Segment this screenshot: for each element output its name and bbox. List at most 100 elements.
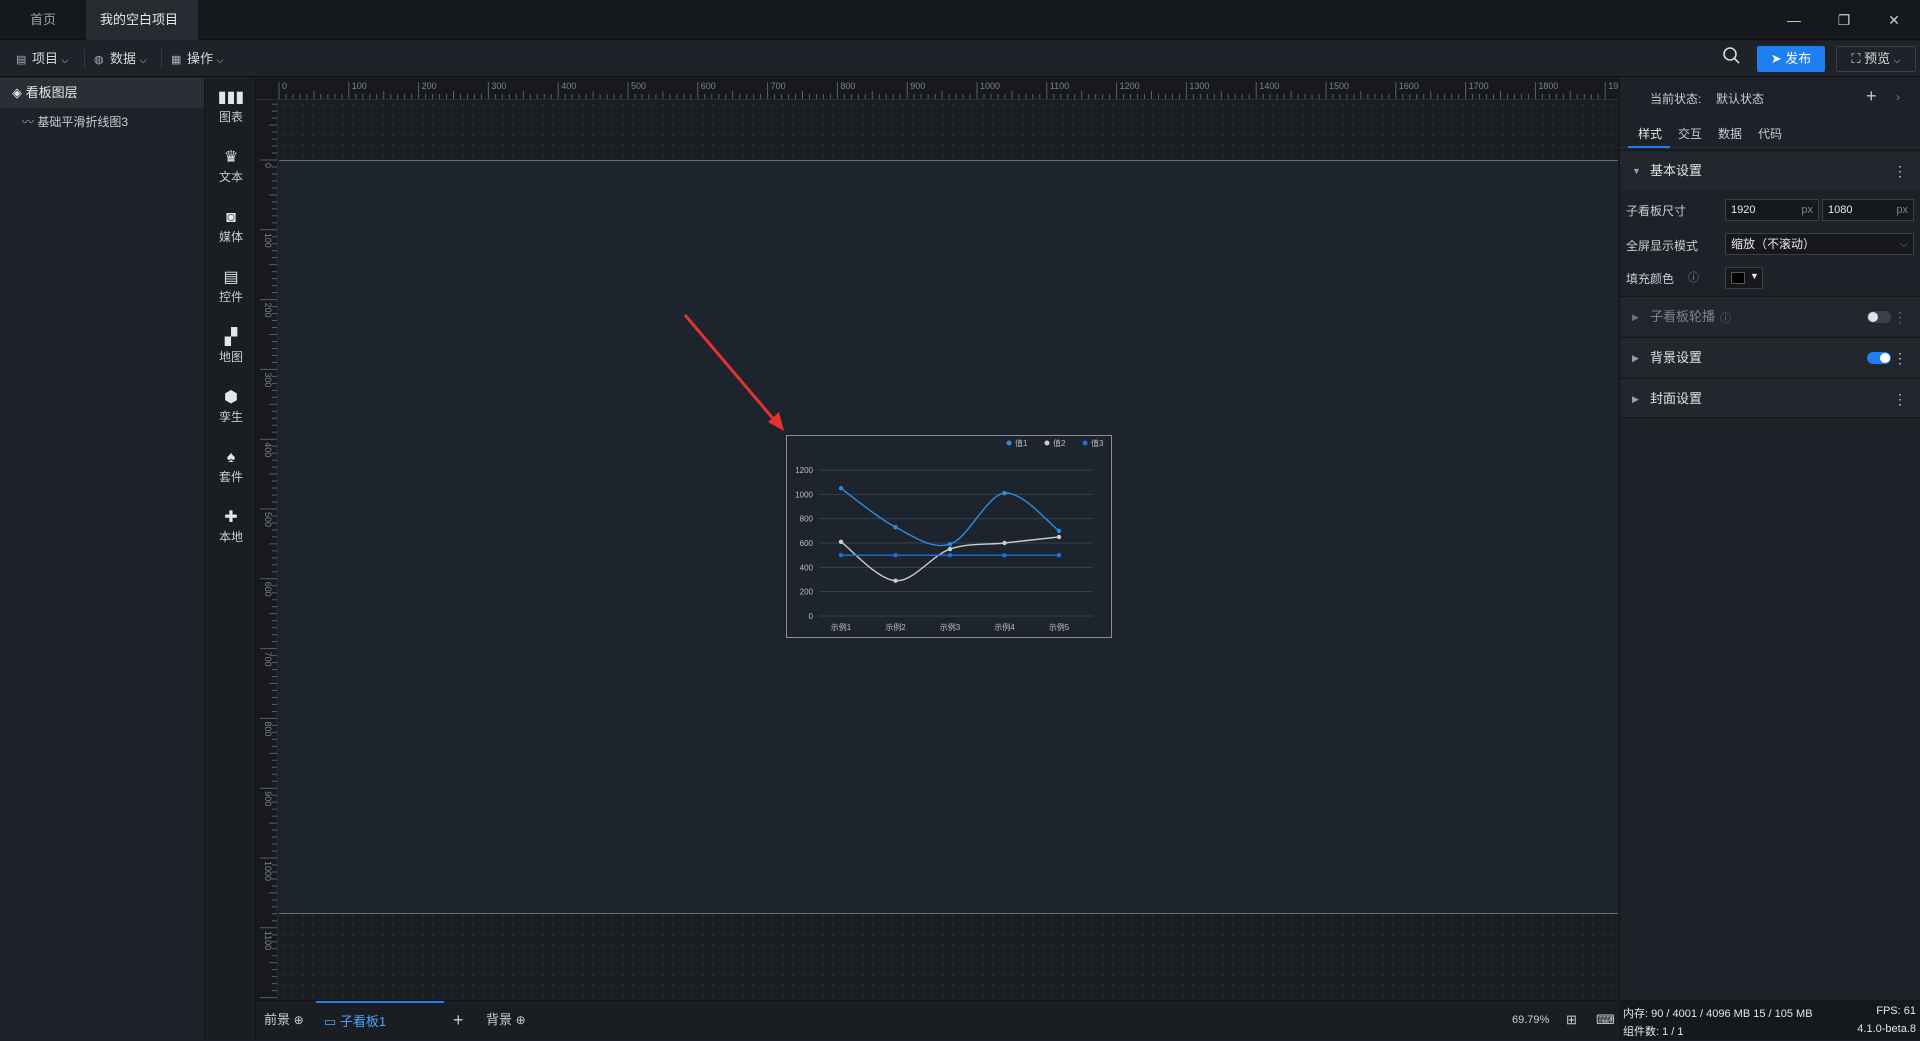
tab-interaction[interactable]: 交互 xyxy=(1678,125,1702,142)
ruler-label: 700 xyxy=(771,81,786,91)
help-icon[interactable]: ⓘ xyxy=(1688,269,1699,285)
ruler-label: 800 xyxy=(840,81,855,91)
tab-style[interactable]: 样式 xyxy=(1638,125,1662,142)
caret-right-icon: ▶ xyxy=(1632,312,1639,322)
menu-project[interactable]: ▤ 项目 ⌵ xyxy=(10,47,74,71)
component-chart[interactable]: ▮▮▮ 图表 xyxy=(206,88,256,125)
preview-label: 预览 xyxy=(1864,51,1891,66)
divider xyxy=(84,49,85,69)
chevron-down-icon: ⌵ xyxy=(1899,238,1908,250)
chevron-right-icon[interactable]: › xyxy=(1896,90,1900,104)
ruler-label: 0 xyxy=(282,81,287,91)
memory-status: 内存: 90 / 4001 / 4096 MB 15 / 105 MB xyxy=(1623,1008,1813,1020)
data-point xyxy=(1002,540,1007,546)
database-icon: ◍ xyxy=(94,54,104,66)
x-tick-label: 示例2 xyxy=(885,622,906,632)
cube-icon: ⬢ xyxy=(224,389,238,406)
component-label: 媒体 xyxy=(218,230,243,244)
tab-home-label: 首页 xyxy=(30,12,57,27)
more-icon[interactable]: ⋮ xyxy=(1893,379,1907,419)
tab-project[interactable]: 我的空白项目 xyxy=(86,0,198,65)
fill-color-picker[interactable]: ▼ xyxy=(1725,267,1763,289)
line-chart-widget[interactable]: 0 200 400 600 800 1000 1200 示例1 示例2 示例3 示例4 示例5 值1 值2… xyxy=(786,435,1112,638)
carousel-section[interactable]: ▶ 子看板轮播 ⓘ ⋮ xyxy=(1620,296,1920,336)
plus-icon: + xyxy=(453,1010,464,1030)
basic-settings-title: 基本设置 xyxy=(1650,163,1703,178)
tab-background[interactable]: 背景 ⊕ xyxy=(486,1001,526,1039)
control-icon: ▤ xyxy=(223,269,239,286)
close-button[interactable]: ✕ xyxy=(1880,8,1908,32)
caret-right-icon: ▶ xyxy=(1632,353,1639,363)
minimize-button[interactable]: — xyxy=(1780,8,1808,32)
ruler-label: 1600 xyxy=(1399,81,1419,91)
y-tick-label: 800 xyxy=(800,515,814,524)
add-board-button[interactable]: + xyxy=(453,1001,464,1039)
restore-button[interactable]: ❐ xyxy=(1830,8,1858,32)
width-value: 1920 xyxy=(1731,204,1756,216)
tab-foreground[interactable]: 前景 ⊕ xyxy=(264,1001,304,1039)
more-icon[interactable]: ⋮ xyxy=(1893,338,1907,378)
publish-button[interactable]: ➤ 发布 xyxy=(1757,46,1825,72)
component-media[interactable]: ◙ 媒体 xyxy=(206,208,256,245)
preview-button[interactable]: ⛶ 预览 ⌵ xyxy=(1836,46,1916,72)
y-tick-label: 400 xyxy=(800,563,814,572)
search-button[interactable] xyxy=(1716,46,1746,70)
fullscreen-icon: ⛶ xyxy=(1851,51,1865,66)
data-point xyxy=(1056,534,1062,540)
help-icon[interactable]: ⓘ xyxy=(1720,310,1731,326)
fullscreen-select[interactable]: 缩放（不滚动） ⌵ xyxy=(1725,233,1914,255)
y-tick-label: 1200 xyxy=(795,466,813,475)
ruler-label: 200 xyxy=(422,81,437,91)
data-point xyxy=(1002,490,1007,496)
width-input[interactable]: 1920 px xyxy=(1725,199,1819,221)
component-kit[interactable]: ♠ 套件 xyxy=(206,448,256,485)
tab-subboard[interactable]: ▭ 子看板1 xyxy=(316,1001,444,1039)
height-input[interactable]: 1080 px xyxy=(1822,199,1914,221)
cover-section[interactable]: ▶ 封面设置 ⋮ xyxy=(1620,378,1920,418)
ruler-label: 1500 xyxy=(1329,81,1349,91)
size-label: 子看板尺寸 xyxy=(1626,204,1687,218)
panel-tabs: 样式 交互 数据 代码 xyxy=(1620,118,1920,148)
more-icon[interactable]: ⋮ xyxy=(1893,151,1907,191)
carousel-toggle[interactable] xyxy=(1867,311,1891,323)
component-local[interactable]: ✚ 本地 xyxy=(206,508,256,545)
component-label: 文本 xyxy=(218,170,243,184)
add-state-icon[interactable]: + xyxy=(1866,86,1877,107)
menu-data[interactable]: ◍ 数据 ⌵ xyxy=(88,47,152,71)
state-value[interactable]: 默认状态 xyxy=(1716,90,1764,107)
layers-header: ◈ 看板图层 xyxy=(0,78,204,108)
active-tab-indicator xyxy=(1628,146,1670,148)
menu-operation[interactable]: ▦ 操作 ⌵ xyxy=(165,47,229,71)
component-twin[interactable]: ⬢ 孪生 xyxy=(206,388,256,425)
tab-code[interactable]: 代码 xyxy=(1758,125,1782,142)
more-icon[interactable]: ⋮ xyxy=(1893,297,1907,337)
component-map[interactable]: ▞ 地图 xyxy=(206,328,256,365)
puzzle-icon: ✚ xyxy=(224,509,238,526)
basic-settings-header[interactable]: ▼ 基本设置 ⋮ xyxy=(1620,150,1920,190)
background-section[interactable]: ▶ 背景设置 ⋮ xyxy=(1620,337,1920,377)
text-icon: ♛ xyxy=(223,149,239,166)
ruler-label: 900 xyxy=(910,81,925,91)
ruler-label: 200 xyxy=(263,303,273,318)
component-text[interactable]: ♛ 文本 xyxy=(206,148,256,185)
tab-data[interactable]: 数据 xyxy=(1718,125,1742,142)
background-toggle[interactable] xyxy=(1867,352,1891,364)
keyboard-button[interactable]: ⌨ xyxy=(1596,1001,1615,1039)
data-point xyxy=(947,546,953,552)
component-label: 套件 xyxy=(218,470,243,484)
fit-view-button[interactable]: ⊞ xyxy=(1566,1001,1577,1039)
zoom-level[interactable]: 69.79% xyxy=(1512,1001,1549,1039)
layer-item[interactable]: 〰 基础平滑折线图3 xyxy=(0,108,204,136)
legend-marker xyxy=(1082,440,1088,446)
tab-home[interactable]: 首页 xyxy=(16,0,70,40)
legend-label: 值1 xyxy=(1015,438,1028,448)
publish-label: 发布 xyxy=(1785,51,1812,66)
ruler-label: 1700 xyxy=(1469,81,1489,91)
chevron-down-icon: ⌵ xyxy=(1893,55,1901,65)
ruler-label: 1800 xyxy=(1538,81,1558,91)
line-chart: 0 200 400 600 800 1000 1200 示例1 示例2 示例3 示例4 示例5 值1 值2… xyxy=(795,438,1104,632)
layers-title: 看板图层 xyxy=(25,85,78,100)
component-label: 控件 xyxy=(218,290,243,304)
x-tick-label: 示例5 xyxy=(1049,622,1070,632)
component-control[interactable]: ▤ 控件 xyxy=(206,268,256,305)
